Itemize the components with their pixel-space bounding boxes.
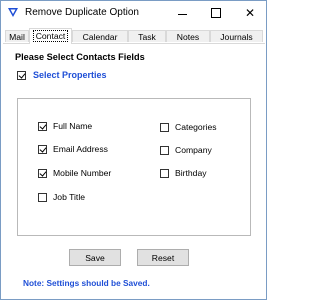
company-label: Company [175,145,212,155]
maximize-icon [211,8,221,18]
birthday-checkbox[interactable] [160,168,169,178]
contact-tab-panel: Please Select Contacts Fields Select Pro… [1,44,266,300]
section-title: Please Select Contacts Fields [15,52,145,62]
full-name-checkbox[interactable] [38,121,47,131]
tab-notes-label: Notes [176,32,200,42]
maximize-button[interactable] [199,1,233,25]
full-name-label: Full Name [53,121,93,131]
tab-notes[interactable]: Notes [166,30,210,42]
tab-contact-label: Contact [32,30,69,42]
tab-contact[interactable]: Contact [29,28,72,44]
mobile-number-label: Mobile Number [53,168,112,178]
tab-journals-label: Journals [220,32,253,42]
categories-label: Categories [175,122,217,132]
minimize-button[interactable] [165,1,199,25]
settings-note: Note: Settings should be Saved. [23,278,150,288]
select-properties-label: Select Properties [33,70,107,80]
tab-mail[interactable]: Mail [5,30,29,42]
remove-duplicate-option-window: Remove Duplicate Option ✕ Mail Contact C… [0,0,267,300]
contact-fields-group: Full Name Email Address Mobile Number Jo… [17,98,251,236]
job-title-label: Job Title [53,192,86,202]
job-title-checkbox[interactable] [38,192,47,202]
field-company[interactable]: Company [160,145,212,155]
tab-journals[interactable]: Journals [210,30,263,42]
field-full-name[interactable]: Full Name [38,121,92,131]
reset-button[interactable]: Reset [137,249,189,266]
tab-mail-label: Mail [9,32,25,42]
save-button[interactable]: Save [69,249,121,266]
window-title: Remove Duplicate Option [25,7,139,18]
company-checkbox[interactable] [160,145,169,155]
mobile-number-checkbox[interactable] [38,168,47,178]
close-button[interactable]: ✕ [233,1,267,25]
tab-calendar[interactable]: Calendar [72,30,128,42]
minimize-icon [177,13,187,15]
birthday-label: Birthday [175,168,207,178]
tab-calendar-label: Calendar [82,32,118,42]
field-email-address[interactable]: Email Address [38,144,108,154]
field-categories[interactable]: Categories [160,122,217,132]
field-job-title[interactable]: Job Title [38,192,85,202]
tab-strip: Mail Contact Calendar Task Notes Journal… [3,28,265,44]
field-mobile-number[interactable]: Mobile Number [38,168,111,178]
tab-task-label: Task [138,32,156,42]
email-address-label: Email Address [53,144,108,154]
close-icon: ✕ [244,6,256,20]
categories-checkbox[interactable] [160,122,169,132]
select-properties-checkbox[interactable]: Select Properties [17,70,107,80]
email-address-checkbox[interactable] [38,144,47,154]
title-bar: Remove Duplicate Option ✕ [1,1,266,25]
app-logo-icon [8,8,18,17]
select-properties-check-icon[interactable] [17,70,26,80]
tab-task[interactable]: Task [128,30,166,42]
field-birthday[interactable]: Birthday [160,168,207,178]
